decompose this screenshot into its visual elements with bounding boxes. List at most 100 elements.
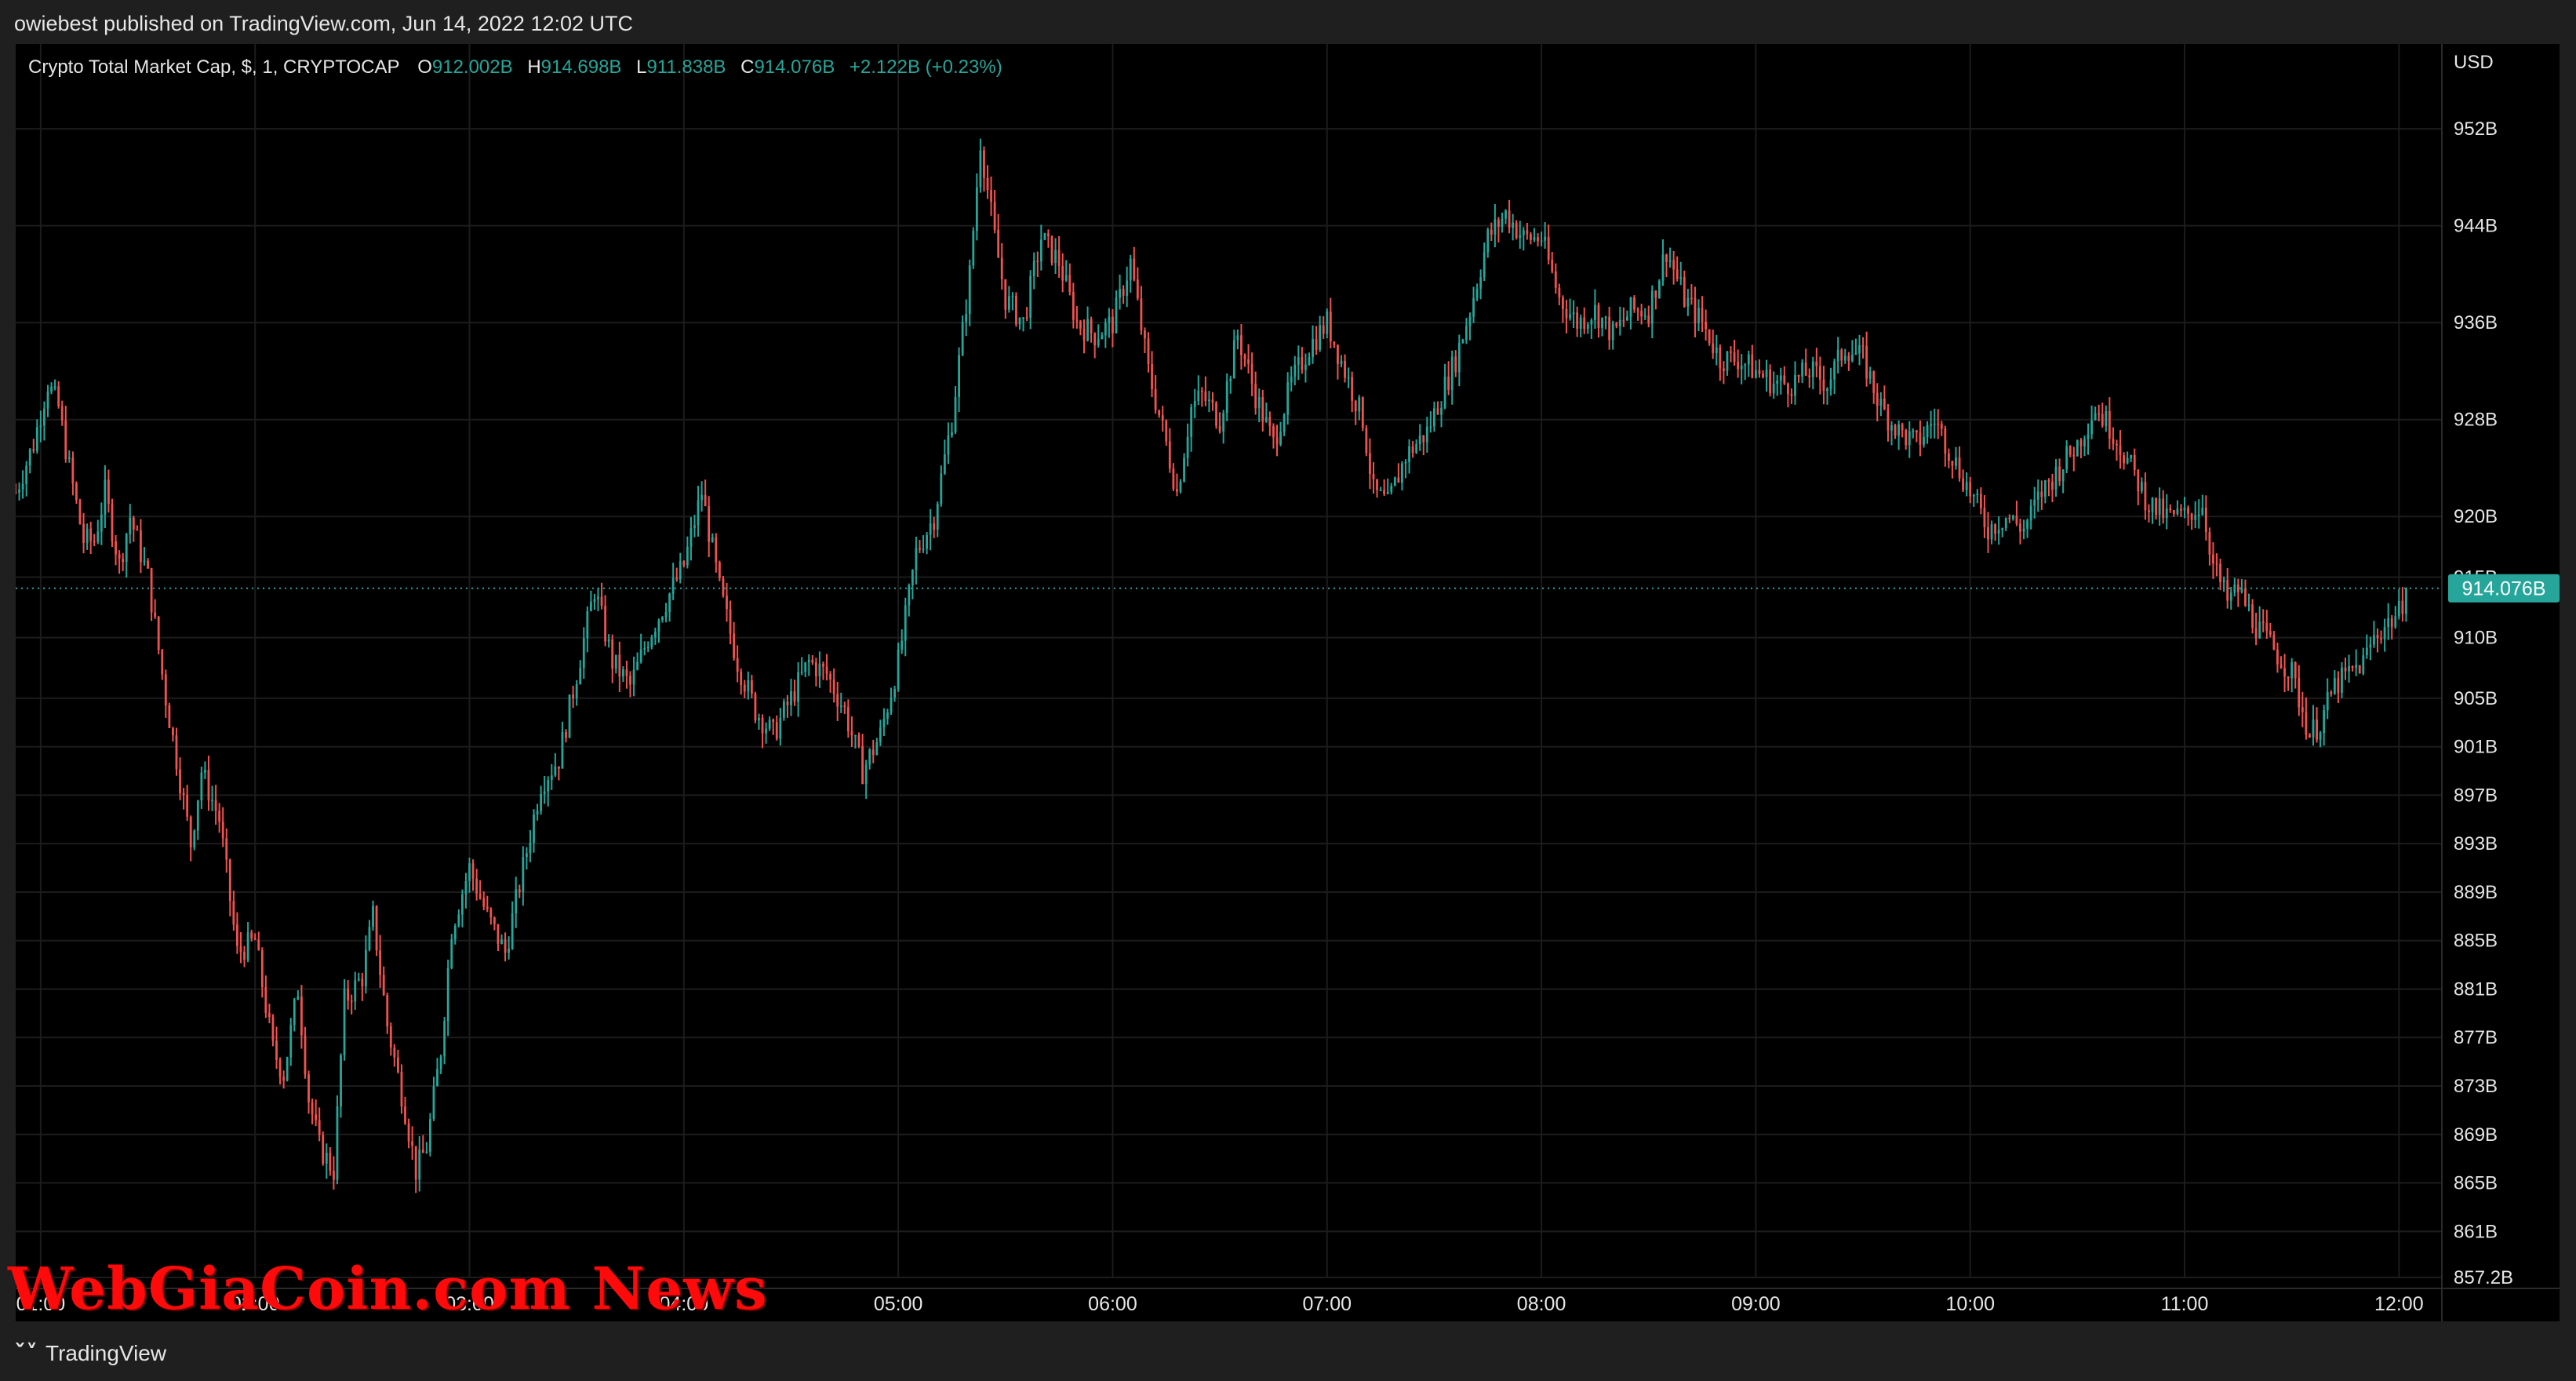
candle-body xyxy=(2390,618,2393,628)
candle-body xyxy=(736,658,739,672)
candle-body xyxy=(536,811,539,815)
candle-body xyxy=(1386,491,1389,494)
candle-body xyxy=(1740,365,1743,370)
candlestick-chart[interactable]: 952B944B936B928B920B915B910B905B901B897B… xyxy=(16,44,2560,1321)
candle-body xyxy=(846,707,850,731)
candle-body xyxy=(890,697,893,713)
candle-body xyxy=(354,980,357,1002)
y-tick-label: 910B xyxy=(2454,628,2498,649)
candle-body xyxy=(708,506,711,542)
candle-body xyxy=(1472,298,1475,317)
candle-body xyxy=(1147,338,1150,364)
y-tick-label: 920B xyxy=(2454,506,2498,527)
candle-body xyxy=(1422,435,1425,443)
candle-body xyxy=(253,938,257,940)
candle-body xyxy=(1508,210,1511,228)
candle-body xyxy=(2087,434,2090,439)
low-value: 911.838B xyxy=(646,56,726,78)
candle-body xyxy=(297,996,300,1000)
candle-body xyxy=(2380,638,2382,639)
candle-body xyxy=(2215,563,2218,565)
candle-body xyxy=(2355,665,2358,669)
candle-body xyxy=(1601,318,1603,329)
candle-body xyxy=(750,680,753,694)
candle-body xyxy=(278,1059,282,1077)
candle-body xyxy=(39,425,42,428)
candle-body xyxy=(726,596,728,610)
candle-body xyxy=(1512,222,1515,228)
candle-body xyxy=(1215,403,1217,426)
candle-body xyxy=(929,523,932,535)
candle-body xyxy=(239,946,242,952)
candle-body xyxy=(225,838,228,860)
candle-body xyxy=(322,1135,325,1164)
candle-body xyxy=(857,734,860,746)
candle-body xyxy=(2158,498,2161,516)
candle-body xyxy=(1383,490,1386,494)
candle-body xyxy=(1379,490,1382,491)
candle-body xyxy=(232,901,235,925)
candle-body xyxy=(1376,479,1378,490)
candle-body xyxy=(432,1086,435,1119)
candle-body xyxy=(550,775,553,781)
candle-body xyxy=(60,406,64,421)
candle-body xyxy=(979,150,982,188)
candle-body xyxy=(540,793,543,811)
candle-body xyxy=(1958,457,1961,479)
candle-body xyxy=(1636,309,1639,312)
candle-body xyxy=(1190,406,1193,437)
x-tick-label: 08:00 xyxy=(1517,1293,1566,1315)
footer-bar xyxy=(0,1326,2576,1381)
candle-body xyxy=(901,640,904,650)
candle-body xyxy=(1308,357,1311,365)
tradingview-logo[interactable]: ˇ˅ TradingView xyxy=(14,1334,166,1373)
candle-body xyxy=(2394,616,2397,628)
candle-body xyxy=(554,766,557,776)
candle-body xyxy=(2019,523,2021,532)
candle-body xyxy=(1994,524,1997,534)
candle-body xyxy=(196,800,199,831)
candle-body xyxy=(1129,258,1132,281)
candle-body xyxy=(632,669,635,685)
candle-body xyxy=(1990,524,1993,540)
candle-body xyxy=(375,905,378,951)
y-tick-label: 905B xyxy=(2454,688,2498,709)
candle-body xyxy=(1972,494,1975,497)
candle-body xyxy=(700,494,704,501)
candle-body xyxy=(2383,627,2386,639)
candle-body xyxy=(604,606,607,642)
candle-body xyxy=(489,909,493,918)
candle-body xyxy=(2204,507,2207,533)
candle-body xyxy=(1208,399,1210,402)
low-label: L xyxy=(636,56,647,78)
candle-body xyxy=(1119,289,1121,298)
candle-body xyxy=(954,396,957,432)
candle-body xyxy=(150,568,153,613)
candle-body xyxy=(1565,308,1568,319)
candle-body xyxy=(922,548,925,551)
candle-body xyxy=(2112,439,2115,444)
candle-body xyxy=(836,694,839,707)
candle-body xyxy=(779,717,782,739)
candle-body xyxy=(372,905,374,927)
tradingview-logo-icon: ˇ˅ xyxy=(14,1339,38,1368)
candle-body xyxy=(2376,635,2379,639)
candle-body xyxy=(825,666,828,674)
candle-body xyxy=(1951,461,1954,466)
candle-body xyxy=(1126,280,1129,296)
candle-body xyxy=(2079,440,2083,446)
candle-body xyxy=(493,917,496,924)
candle-body xyxy=(307,1074,310,1102)
candle-body xyxy=(260,949,264,988)
candle-body xyxy=(2090,420,2093,435)
candle-body xyxy=(1583,317,1586,329)
candle-body xyxy=(1690,297,1693,300)
candle-body xyxy=(104,479,107,515)
candle-body xyxy=(140,530,142,563)
candle-body xyxy=(1454,356,1457,373)
candle-body xyxy=(1633,297,1635,310)
candle-body xyxy=(154,612,157,617)
candle-body xyxy=(1154,389,1157,410)
candle-body xyxy=(522,857,525,892)
candle-body xyxy=(1811,361,1814,377)
